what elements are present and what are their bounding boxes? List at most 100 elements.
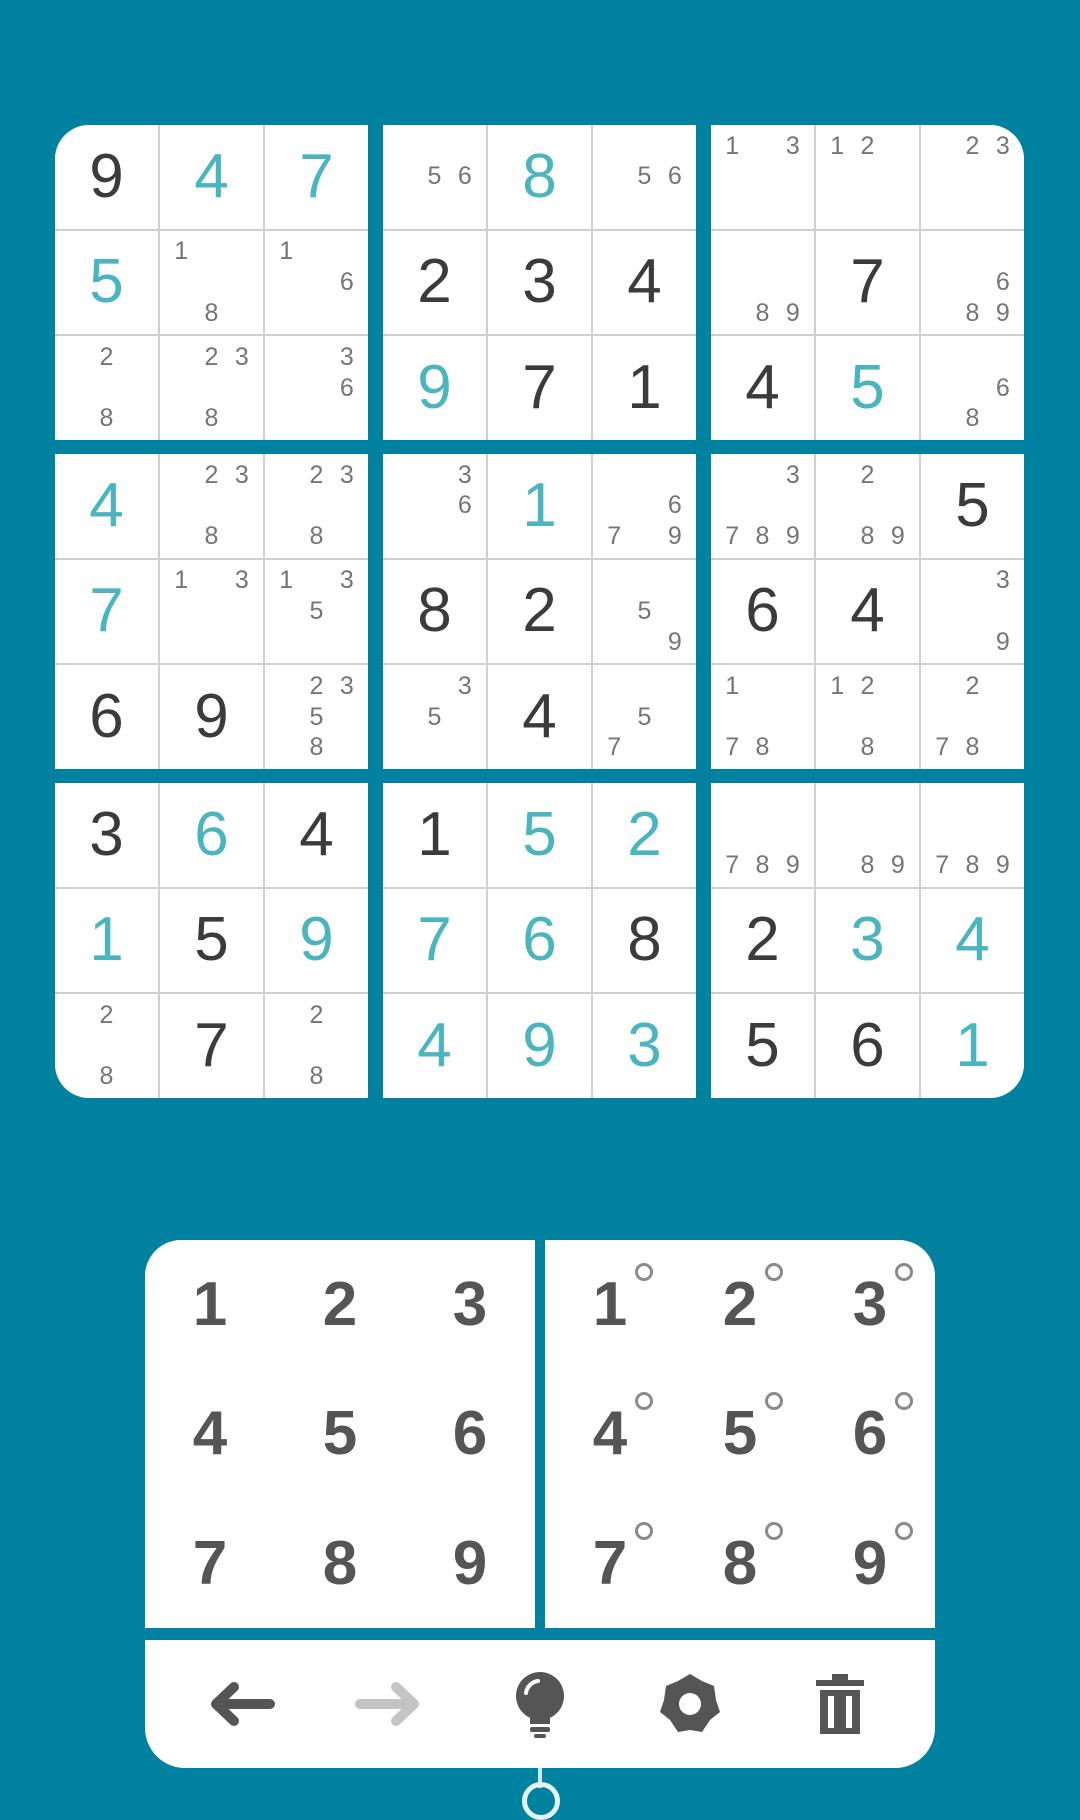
board-cell[interactable]: 1	[593, 336, 696, 440]
board-cell[interactable]: 1	[55, 888, 158, 993]
board-cell[interactable]: 5	[921, 454, 1024, 558]
board-cell[interactable]: 3	[55, 783, 158, 887]
note-key-9[interactable]: 9	[805, 1499, 935, 1628]
board-cell[interactable]: 3	[593, 994, 696, 1098]
undo-button[interactable]	[195, 1659, 285, 1749]
board-cell[interactable]: 6	[488, 888, 591, 993]
board-cell[interactable]: 68	[921, 336, 1024, 440]
board-cell[interactable]: 7	[383, 888, 486, 993]
number-key-1[interactable]: 1	[145, 1240, 275, 1369]
board-cell[interactable]: 4	[55, 454, 158, 558]
board-cell[interactable]: 5	[55, 230, 158, 335]
board-cell[interactable]: 9	[383, 336, 486, 440]
board-cell[interactable]: 4	[593, 230, 696, 335]
board-cell[interactable]: 59	[593, 559, 696, 664]
board-cell[interactable]: 89	[816, 783, 919, 887]
board-cell[interactable]: 2 78	[921, 665, 1024, 769]
board-cell[interactable]: 28	[55, 336, 158, 440]
board-cell[interactable]: 5	[816, 336, 919, 440]
note-key-8[interactable]: 8	[675, 1499, 805, 1628]
hint-button[interactable]	[495, 1659, 585, 1749]
board-cell[interactable]: 4	[383, 994, 486, 1098]
board-cell[interactable]: 23	[921, 125, 1024, 229]
board-cell[interactable]: 35	[383, 665, 486, 769]
board-cell[interactable]: 4	[265, 783, 368, 887]
board-cell[interactable]: 1	[383, 783, 486, 887]
board-cell[interactable]: 4	[921, 888, 1024, 993]
board-cell[interactable]: 8	[593, 888, 696, 993]
number-key-4[interactable]: 4	[145, 1369, 275, 1498]
number-key-5[interactable]: 5	[275, 1369, 405, 1498]
number-key-2[interactable]: 2	[275, 1240, 405, 1369]
note-key-4[interactable]: 4	[545, 1369, 675, 1498]
board-cell[interactable]: 1 35	[265, 559, 368, 664]
board-cell[interactable]: 23 8	[160, 336, 263, 440]
board-cell[interactable]: 13	[160, 559, 263, 664]
number-key-3[interactable]: 3	[405, 1240, 535, 1369]
redo-button[interactable]	[345, 1659, 435, 1749]
note-key-6[interactable]: 6	[805, 1369, 935, 1498]
board-cell[interactable]: 9	[265, 888, 368, 993]
note-key-2[interactable]: 2	[675, 1240, 805, 1369]
board-cell[interactable]: 2358	[265, 665, 368, 769]
board-cell[interactable]: 36	[265, 336, 368, 440]
board-cell[interactable]: 28	[265, 994, 368, 1098]
board-cell[interactable]: 7	[265, 125, 368, 229]
board-cell[interactable]: 6	[711, 559, 814, 664]
note-key-1[interactable]: 1	[545, 1240, 675, 1369]
board-cell[interactable]: 2	[711, 888, 814, 993]
delete-button[interactable]	[795, 1659, 885, 1749]
sheet-handle[interactable]	[522, 1782, 560, 1820]
note-key-5[interactable]: 5	[675, 1369, 805, 1498]
board-cell[interactable]: 4	[160, 125, 263, 229]
board-cell[interactable]: 1	[488, 454, 591, 558]
board-cell[interactable]: 2	[593, 783, 696, 887]
board-cell[interactable]: 7	[488, 336, 591, 440]
board-cell[interactable]: 7	[55, 559, 158, 664]
board-cell[interactable]: 689	[921, 230, 1024, 335]
board-cell[interactable]: 3	[488, 230, 591, 335]
board-cell[interactable]: 12	[816, 125, 919, 229]
board-cell[interactable]: 13	[711, 125, 814, 229]
board-cell[interactable]: 6	[160, 783, 263, 887]
number-key-9[interactable]: 9	[405, 1499, 535, 1628]
board-cell[interactable]: 5	[160, 888, 263, 993]
board-cell[interactable]: 89	[711, 230, 814, 335]
board-cell[interactable]: 6	[816, 994, 919, 1098]
board-cell[interactable]: 57	[593, 665, 696, 769]
board-cell[interactable]: 9	[160, 665, 263, 769]
board-cell[interactable]: 23 8	[265, 454, 368, 558]
settings-button[interactable]	[645, 1659, 735, 1749]
board-cell[interactable]: 8	[488, 125, 591, 229]
note-key-7[interactable]: 7	[545, 1499, 675, 1628]
board-cell[interactable]: 39	[921, 559, 1024, 664]
board-cell[interactable]: 789	[921, 783, 1024, 887]
board-cell[interactable]: 4	[488, 665, 591, 769]
board-cell[interactable]: 56	[593, 125, 696, 229]
number-key-7[interactable]: 7	[145, 1499, 275, 1628]
board-cell[interactable]: 6 7 9	[593, 454, 696, 558]
board-cell[interactable]: 9	[488, 994, 591, 1098]
board-cell[interactable]: 1	[921, 994, 1024, 1098]
board-cell[interactable]: 1 78	[711, 665, 814, 769]
board-cell[interactable]: 4	[816, 559, 919, 664]
board-cell[interactable]: 5	[711, 994, 814, 1098]
board-cell[interactable]: 18	[160, 230, 263, 335]
board-cell[interactable]: 56	[383, 125, 486, 229]
board-cell[interactable]: 7	[816, 230, 919, 335]
note-key-3[interactable]: 3	[805, 1240, 935, 1369]
board-cell[interactable]: 4	[711, 336, 814, 440]
board-cell[interactable]: 9	[55, 125, 158, 229]
number-key-6[interactable]: 6	[405, 1369, 535, 1498]
board-cell[interactable]: 16	[265, 230, 368, 335]
board-cell[interactable]: 3	[816, 888, 919, 993]
board-cell[interactable]: 2	[488, 559, 591, 664]
number-key-8[interactable]: 8	[275, 1499, 405, 1628]
board-cell[interactable]: 12 8	[816, 665, 919, 769]
board-cell[interactable]: 36	[383, 454, 486, 558]
board-cell[interactable]: 2 89	[816, 454, 919, 558]
board-cell[interactable]: 789	[711, 783, 814, 887]
board-cell[interactable]: 5	[488, 783, 591, 887]
board-cell[interactable]: 6	[55, 665, 158, 769]
board-cell[interactable]: 8	[383, 559, 486, 664]
